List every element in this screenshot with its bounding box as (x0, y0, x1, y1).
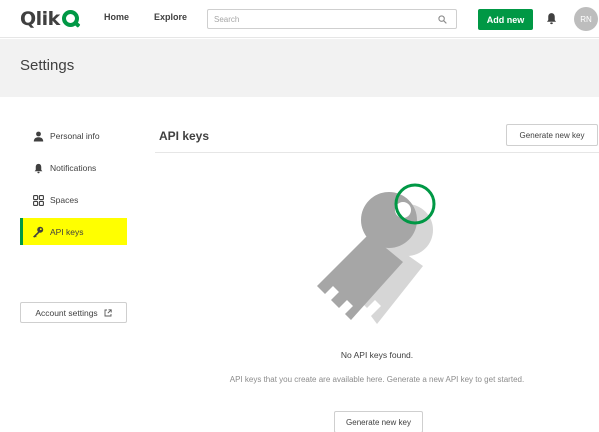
sidebar-item-label: API keys (50, 226, 84, 237)
sidebar-item-label: Notifications (50, 163, 97, 173)
sidebar-item-label: Personal info (50, 131, 100, 141)
empty-state-title: No API keys found. (340, 350, 414, 360)
sidebar-item-notifications[interactable]: Notifications (20, 155, 127, 181)
keys-illustration-icon (317, 183, 436, 324)
key-icon (32, 226, 44, 238)
add-new-button[interactable]: Add new (478, 9, 533, 30)
top-bar: Qlik Home Explore Add new RN (0, 0, 599, 38)
logo-text: Qlik (20, 8, 60, 30)
nav-home[interactable]: Home (104, 12, 129, 22)
qlik-logo[interactable]: Qlik (20, 8, 81, 30)
account-settings-button[interactable]: Account settings (20, 302, 127, 323)
notifications-bell-icon[interactable] (545, 12, 558, 25)
generate-new-key-button[interactable]: Generate new key (506, 124, 598, 146)
search-icon[interactable] (438, 15, 447, 24)
search-input[interactable] (214, 13, 429, 26)
sidebar-item-spaces[interactable]: Spaces (20, 187, 127, 213)
sidebar-item-label: Spaces (50, 195, 79, 205)
account-settings-label: Account settings (35, 307, 98, 318)
logo-q-mark-icon (61, 9, 81, 29)
generate-new-key-button-bottom[interactable]: Generate new key (334, 411, 423, 432)
bell-icon (32, 162, 44, 174)
sidebar-item-personal-info[interactable]: Personal info (20, 123, 127, 149)
nav-explore[interactable]: Explore (154, 12, 187, 22)
page-title: Settings (20, 57, 75, 74)
person-icon (32, 130, 44, 142)
user-avatar[interactable]: RN (574, 7, 598, 31)
search-box[interactable] (207, 9, 457, 29)
section-divider (155, 152, 599, 153)
spaces-grid-icon (32, 194, 44, 206)
external-link-icon (104, 308, 112, 316)
section-title: API keys (159, 129, 210, 143)
sidebar-item-api-keys[interactable]: API keys (20, 218, 127, 245)
empty-state-description: API keys that you create are available h… (229, 375, 525, 384)
settings-header: Settings (0, 39, 599, 97)
